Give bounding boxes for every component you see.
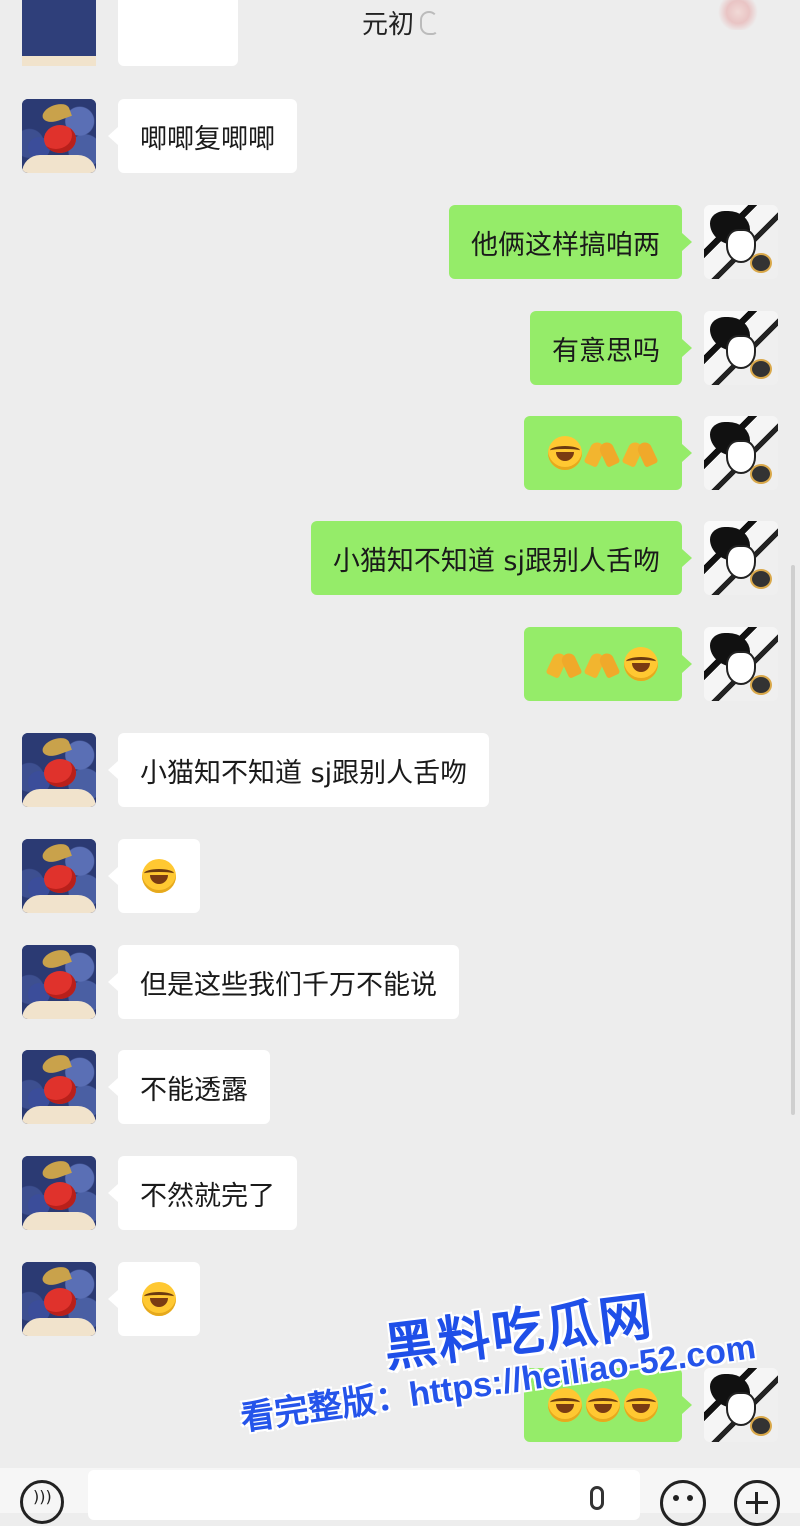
- avatar-sent[interactable]: [704, 627, 778, 701]
- avatar-sent[interactable]: [704, 311, 778, 385]
- message-bubble[interactable]: 唧唧复唧唧: [108, 99, 297, 173]
- message-bubble-partial: [118, 0, 238, 66]
- clap-emoji-icon: [548, 649, 582, 679]
- message-bubble-emoji[interactable]: [524, 627, 692, 701]
- clap-emoji-icon: [586, 649, 620, 679]
- avatar-sent[interactable]: [704, 205, 778, 279]
- message-bubble[interactable]: 小猫知不知道 sj跟别人舌吻: [310, 521, 693, 595]
- avatar-received[interactable]: [22, 1262, 96, 1336]
- laugh-cry-emoji-icon: [142, 1282, 176, 1316]
- clap-emoji-icon: [624, 438, 658, 468]
- input-bar: [0, 1468, 800, 1526]
- scrollbar[interactable]: [791, 565, 795, 1115]
- message-bubble[interactable]: 但是这些我们千万不能说: [108, 945, 459, 1019]
- message-bubble-emoji[interactable]: [108, 839, 200, 913]
- avatar-sent[interactable]: [704, 521, 778, 595]
- plus-icon[interactable]: [734, 1480, 780, 1526]
- message-bubble[interactable]: 他俩这样搞咱两: [449, 205, 692, 279]
- chat-title-text: 元初: [361, 10, 414, 40]
- avatar-sent[interactable]: [704, 416, 778, 490]
- avatar-received-partial[interactable]: [22, 0, 96, 66]
- clap-emoji-icon: [586, 438, 620, 468]
- laugh-cry-emoji-icon: [586, 1388, 620, 1422]
- avatar-received[interactable]: [22, 839, 96, 913]
- avatar-received[interactable]: [22, 1050, 96, 1124]
- emoji-icon[interactable]: [660, 1480, 706, 1526]
- ear-icon: [420, 10, 438, 35]
- message-bubble[interactable]: 小猫知不知道 sj跟别人舌吻: [107, 733, 490, 807]
- laugh-cry-emoji-icon: [624, 647, 658, 681]
- avatar-received[interactable]: [22, 733, 96, 807]
- message-bubble[interactable]: 不能透露: [108, 1050, 270, 1124]
- laugh-cry-emoji-icon: [142, 859, 176, 893]
- message-bubble-emoji[interactable]: [524, 416, 692, 490]
- laugh-cry-emoji-icon: [624, 1388, 658, 1422]
- mic-icon[interactable]: [590, 1486, 604, 1510]
- message-bubble-emoji[interactable]: [108, 1262, 200, 1336]
- avatar-received[interactable]: [22, 1156, 96, 1230]
- avatar-received[interactable]: [22, 945, 96, 1019]
- header-avatar[interactable]: [716, 0, 760, 30]
- message-bubble[interactable]: 有意思吗: [530, 311, 692, 385]
- message-bubble[interactable]: 不然就完了: [108, 1156, 297, 1230]
- avatar-received[interactable]: [22, 99, 96, 173]
- laugh-cry-emoji-icon: [548, 436, 582, 470]
- avatar-sent[interactable]: [704, 1368, 778, 1442]
- voice-icon[interactable]: [20, 1480, 64, 1524]
